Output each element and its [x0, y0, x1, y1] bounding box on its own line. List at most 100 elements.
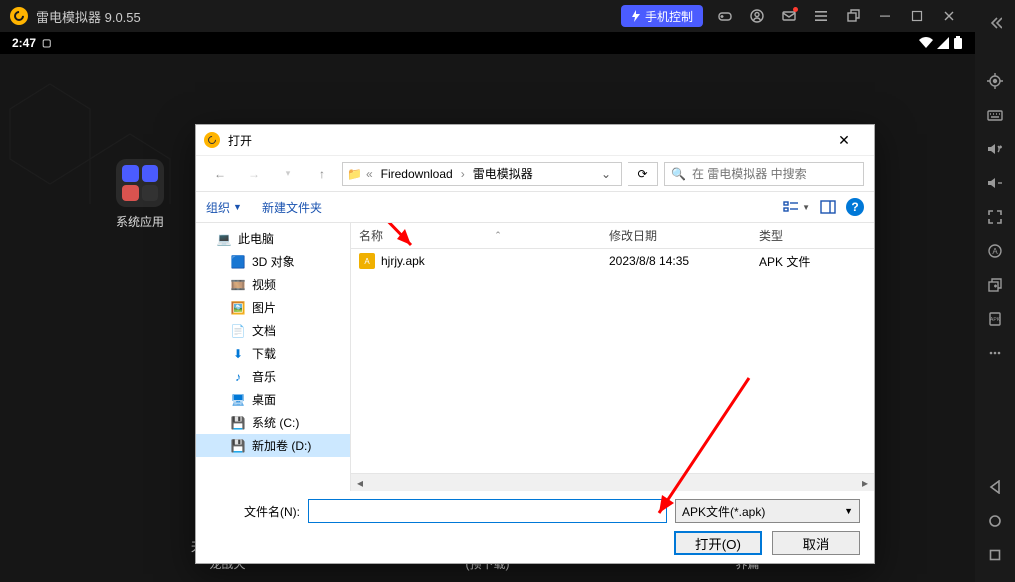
horizontal-scrollbar[interactable]: ◂▸: [351, 473, 874, 491]
tree-item-drive-d[interactable]: 💾新加卷 (D:): [196, 434, 350, 457]
tree-item-download[interactable]: ⬇下载: [196, 342, 350, 365]
breadcrumb-dropdown[interactable]: ⌄: [595, 167, 617, 181]
apk-file-icon: A: [359, 253, 375, 269]
mail-icon[interactable]: [773, 0, 805, 32]
music-icon: ♪: [230, 370, 246, 384]
wifi-icon: [919, 37, 933, 49]
status-time: 2:47: [12, 36, 36, 50]
multi-instance-button[interactable]: [979, 270, 1011, 300]
minimize-icon[interactable]: [869, 0, 901, 32]
help-button[interactable]: ?: [846, 198, 864, 216]
fullscreen-button[interactable]: [979, 202, 1011, 232]
emulator-titlebar: 雷电模拟器 9.0.55 手机控制: [0, 0, 975, 32]
collapse-panel-button[interactable]: [979, 8, 1011, 38]
dialog-title: 打开: [228, 132, 252, 149]
keyboard-button[interactable]: [979, 100, 1011, 130]
android-back-button[interactable]: [979, 472, 1011, 502]
emulator-side-toolbar: A APK: [975, 0, 1015, 582]
android-recents-button[interactable]: [979, 540, 1011, 570]
search-input[interactable]: [692, 167, 857, 181]
scroll-left-icon[interactable]: ◂: [351, 475, 369, 491]
cube-icon: 🟦: [230, 255, 246, 269]
breadcrumb-sep: «: [366, 167, 373, 181]
close-icon[interactable]: [933, 0, 965, 32]
view-mode-button[interactable]: ▼: [783, 200, 810, 214]
phone-control-button[interactable]: 手机控制: [621, 5, 703, 27]
user-icon[interactable]: [741, 0, 773, 32]
tree-item-music[interactable]: ♪音乐: [196, 365, 350, 388]
folder-label: 系统应用: [110, 213, 170, 230]
emulator-desktop[interactable]: 系统应用 天龙八部2: 飞龙战天 全民江湖 秦时明月: 沧海 (预下载) 天命传…: [0, 54, 975, 582]
doc-icon: 📄: [230, 324, 246, 338]
volume-down-button[interactable]: [979, 168, 1011, 198]
android-statusbar: 2:47 ▢: [0, 32, 975, 54]
folder-icon: 📁: [347, 167, 362, 181]
file-date: 2023/8/8 14:35: [601, 254, 751, 268]
more-button[interactable]: [979, 338, 1011, 368]
svg-text:A: A: [992, 247, 998, 256]
file-list-header: 名称⌃ 修改日期 类型: [351, 223, 874, 249]
square-icon: ▢: [42, 38, 51, 49]
phone-control-label: 手机控制: [645, 8, 693, 25]
system-apps-folder[interactable]: 系统应用: [110, 159, 170, 230]
download-icon: ⬇: [230, 347, 246, 361]
file-type-filter[interactable]: APK文件(*.apk)▼: [675, 499, 860, 523]
gamepad-icon[interactable]: [709, 0, 741, 32]
video-icon: 🎞️: [230, 278, 246, 292]
location-button[interactable]: [979, 66, 1011, 96]
scroll-right-icon[interactable]: ▸: [856, 475, 874, 491]
dialog-toolbar: 组织 ▼ 新建文件夹 ▼ ?: [196, 191, 874, 223]
dialog-footer: 文件名(N): APK文件(*.apk)▼ 打开(O) 取消: [196, 491, 874, 563]
android-home-button[interactable]: [979, 506, 1011, 536]
pop-out-icon[interactable]: [837, 0, 869, 32]
tree-item-pc[interactable]: 💻此电脑: [196, 227, 350, 250]
maximize-icon[interactable]: [901, 0, 933, 32]
nav-recent-button[interactable]: ▾: [274, 162, 302, 186]
chevron-right-icon: ›: [461, 167, 465, 181]
organize-button[interactable]: 组织 ▼: [206, 199, 242, 216]
dialog-close-button[interactable]: ✕: [822, 126, 866, 154]
breadcrumb-item-1[interactable]: 雷电模拟器: [469, 163, 537, 184]
nav-forward-button[interactable]: →: [240, 162, 268, 186]
dialog-titlebar[interactable]: 打开 ✕: [196, 125, 874, 155]
column-date[interactable]: 修改日期: [601, 227, 751, 244]
breadcrumb-item-0[interactable]: Firedownload: [377, 165, 457, 183]
refresh-button[interactable]: ⟳: [628, 162, 658, 186]
chevron-down-icon: ▼: [802, 203, 810, 212]
image-icon: 🖼️: [230, 301, 246, 315]
cancel-button[interactable]: 取消: [772, 531, 860, 555]
folder-icon: [116, 159, 164, 207]
new-folder-button[interactable]: 新建文件夹: [262, 199, 322, 216]
open-button[interactable]: 打开(O): [674, 531, 762, 555]
column-name[interactable]: 名称⌃: [351, 227, 601, 244]
preview-pane-button[interactable]: [820, 200, 836, 214]
file-open-dialog: 打开 ✕ ← → ▾ ↑ 📁 « Firedownload › 雷电模拟器 ⌄ …: [195, 124, 875, 564]
svg-text:APK: APK: [990, 317, 1001, 323]
tree-item-doc[interactable]: 📄文档: [196, 319, 350, 342]
nav-up-button[interactable]: ↑: [308, 162, 336, 186]
drive-icon: 💾: [230, 439, 246, 453]
search-icon: 🔍: [671, 167, 686, 181]
nav-back-button[interactable]: ←: [206, 162, 234, 186]
file-row[interactable]: Ahjrjy.apk 2023/8/8 14:35 APK 文件: [351, 249, 874, 273]
tree-item-desktop[interactable]: 🖥桌面: [196, 388, 350, 411]
file-list[interactable]: 名称⌃ 修改日期 类型 Ahjrjy.apk 2023/8/8 14:35 AP…: [351, 223, 874, 491]
filename-input[interactable]: [308, 499, 667, 523]
search-box[interactable]: 🔍: [664, 162, 864, 186]
desktop-icon: 🖥: [230, 393, 246, 407]
tree-item-video[interactable]: 🎞️视频: [196, 273, 350, 296]
app-logo-icon: [10, 7, 28, 25]
folder-tree[interactable]: 💻此电脑 🟦3D 对象 🎞️视频 🖼️图片 📄文档 ⬇下载 ♪音乐 🖥桌面 💾系…: [196, 223, 351, 491]
tree-item-3d[interactable]: 🟦3D 对象: [196, 250, 350, 273]
tree-item-image[interactable]: 🖼️图片: [196, 296, 350, 319]
volume-up-button[interactable]: [979, 134, 1011, 164]
install-apk-button[interactable]: APK: [979, 304, 1011, 334]
menu-icon[interactable]: [805, 0, 837, 32]
sort-indicator-icon: ⌃: [494, 230, 502, 241]
breadcrumb[interactable]: 📁 « Firedownload › 雷电模拟器 ⌄: [342, 162, 622, 186]
column-type[interactable]: 类型: [751, 227, 851, 244]
chevron-down-icon: ▼: [233, 202, 242, 212]
tree-item-drive-c[interactable]: 💾系统 (C:): [196, 411, 350, 434]
app-title: 雷电模拟器 9.0.55: [36, 7, 141, 26]
translate-button[interactable]: A: [979, 236, 1011, 266]
